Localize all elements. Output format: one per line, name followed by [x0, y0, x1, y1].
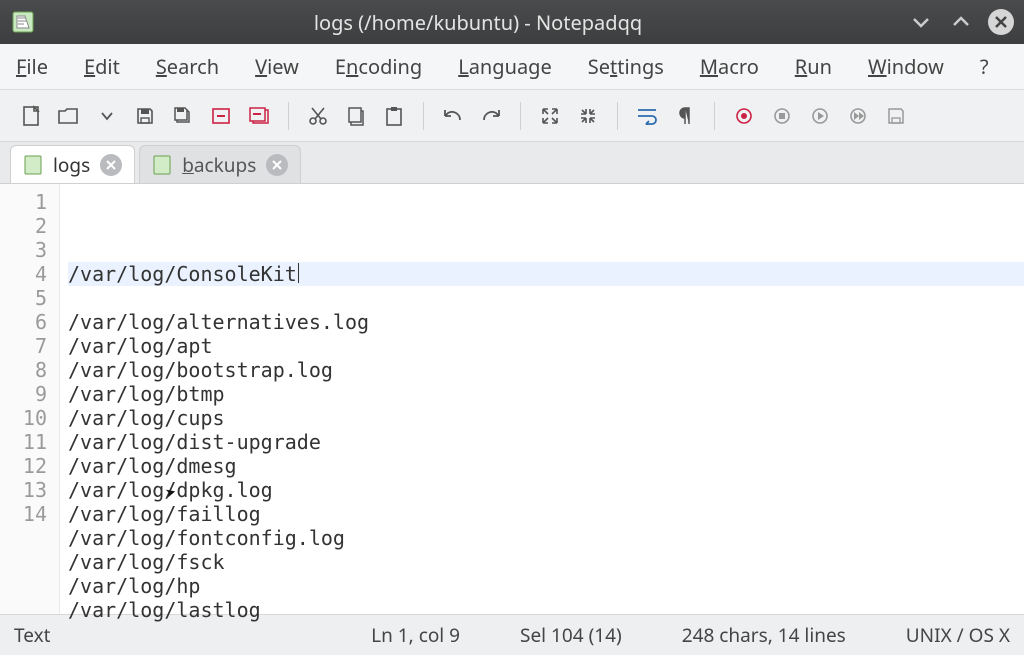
cut-button[interactable] [301, 99, 335, 133]
status-chars: 248 chars, 14 lines [682, 622, 846, 648]
editor[interactable]: 1234567891011121314 ➤ /var/log/ConsoleKi… [0, 184, 1024, 614]
open-file-button[interactable] [52, 99, 86, 133]
zoom-out-button[interactable] [571, 99, 605, 133]
play-macro-multi-button[interactable] [841, 99, 875, 133]
tabbar: logs backups [0, 142, 1024, 184]
tab-close-button[interactable] [100, 154, 122, 176]
save-all-button[interactable] [166, 99, 200, 133]
toolbar-separator [520, 102, 521, 130]
window-title: logs (/home/kubuntu) - Notepadqq [48, 9, 908, 36]
toolbar-separator [288, 102, 289, 130]
undo-button[interactable] [436, 99, 470, 133]
status-position: Ln 1, col 9 [371, 622, 460, 648]
menu-macro[interactable]: Macro [694, 49, 765, 84]
open-dropdown-button[interactable] [90, 99, 124, 133]
code-line[interactable]: /var/log/dmesg [68, 454, 237, 478]
menu-language[interactable]: Language [452, 49, 558, 84]
menu-view[interactable]: View [249, 49, 305, 84]
file-icon [23, 155, 43, 175]
tab-label: backups [182, 152, 256, 178]
play-macro-button[interactable] [803, 99, 837, 133]
save-macro-button[interactable] [879, 99, 913, 133]
tab-logs[interactable]: logs [10, 145, 135, 183]
code-line[interactable]: /var/log/fontconfig.log [68, 526, 345, 550]
close-tab-button[interactable] [204, 99, 238, 133]
window-controls [908, 9, 1014, 35]
maximize-button[interactable] [948, 9, 974, 35]
status-eol: UNIX / OS X [906, 622, 1010, 648]
toolbar [0, 90, 1024, 142]
line-number-gutter: 1234567891011121314 [0, 184, 60, 614]
status-selection: Sel 104 (14) [520, 622, 622, 648]
save-button[interactable] [128, 99, 162, 133]
tab-backups[interactable]: backups [139, 145, 301, 183]
code-line[interactable]: /var/log/hp [68, 574, 200, 598]
code-line[interactable]: /var/log/apt [68, 334, 213, 358]
new-file-button[interactable] [14, 99, 48, 133]
copy-button[interactable] [339, 99, 373, 133]
app-icon [10, 9, 36, 35]
toolbar-separator [423, 102, 424, 130]
code-line[interactable]: /var/log/dist-upgrade [68, 430, 321, 454]
stop-macro-button[interactable] [765, 99, 799, 133]
close-button[interactable] [988, 9, 1014, 35]
code-area[interactable]: ➤ /var/log/ConsoleKit /var/log/alternati… [60, 184, 1024, 614]
menu-search[interactable]: Search [150, 49, 225, 84]
menu-window[interactable]: Window [862, 49, 950, 84]
menu-file[interactable]: File [10, 49, 54, 84]
menu-help[interactable]: ? [974, 49, 995, 84]
toolbar-separator [714, 102, 715, 130]
menu-run[interactable]: Run [789, 49, 838, 84]
file-icon [152, 155, 172, 175]
code-line[interactable]: /var/log/fsck [68, 550, 225, 574]
menu-edit[interactable]: Edit [78, 49, 126, 84]
minimize-button[interactable] [908, 9, 934, 35]
code-line[interactable]: /var/log/ConsoleKit [68, 262, 1024, 286]
code-line[interactable]: /var/log/bootstrap.log [68, 358, 333, 382]
toolbar-separator [617, 102, 618, 130]
code-line[interactable]: /var/log/lastlog [68, 598, 261, 622]
code-line[interactable]: /var/log/cups [68, 406, 225, 430]
code-line[interactable]: /var/log/btmp [68, 382, 225, 406]
record-macro-button[interactable] [727, 99, 761, 133]
zoom-in-button[interactable] [533, 99, 567, 133]
menubar: File Edit Search View Encoding Language … [0, 44, 1024, 90]
menu-settings[interactable]: Settings [582, 49, 670, 84]
code-line[interactable]: /var/log/alternatives.log [68, 310, 369, 334]
paste-button[interactable] [377, 99, 411, 133]
code-line[interactable]: /var/log/faillog [68, 502, 261, 526]
status-mode: Text [14, 622, 50, 648]
word-wrap-button[interactable] [630, 99, 664, 133]
titlebar: logs (/home/kubuntu) - Notepadqq [0, 0, 1024, 44]
redo-button[interactable] [474, 99, 508, 133]
menu-encoding[interactable]: Encoding [329, 49, 428, 84]
tab-close-button[interactable] [266, 154, 288, 176]
tab-label: logs [53, 152, 90, 178]
show-symbols-button[interactable] [668, 99, 702, 133]
close-all-button[interactable] [242, 99, 276, 133]
